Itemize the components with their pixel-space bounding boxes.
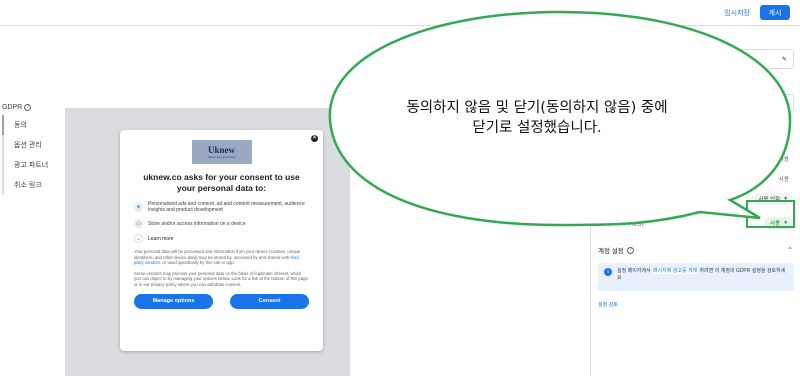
gdpr-info-box: i 설정 페이지에서 메시지에 광고를 게재 하려면 이 계정의 GDPR 설정… [598,263,794,291]
purpose-text: Store and/or access information on a dev… [148,220,246,227]
palette-icon: ◕ [564,67,570,77]
para-text: Your personal data will be processed and… [134,249,301,260]
top-bar: 임시저장 게시 [0,0,800,26]
gdpr-nav: GDPR ? 동의 옵션 관리 광고 파트너 취소 링크 [0,104,60,195]
gdpr-nav-heading-label: GDPR [2,104,23,111]
dropdown-arrow-icon: ▾ [783,100,787,107]
choice-label: 동의하지 않음 [598,197,630,203]
pencil-icon[interactable]: ✎ [782,56,787,63]
gdpr-nav-heading: GDPR ? [0,104,60,111]
dialog-title: uknew.co asks for your consent to use yo… [143,172,300,193]
tab-styling[interactable]: ◕ 스타일 지정 [548,64,586,88]
site-field[interactable]: uknew.co ✎ [598,49,794,69]
chevron-down-icon: ⌄ [134,234,143,243]
info-icon: i [604,268,612,276]
choice-label: 동의 [598,157,609,163]
chevron-up-icon[interactable]: ⌃ [788,246,793,254]
choice-row-manage-options: 옵션 관리 사용 [598,169,793,189]
logo-name: Uknew [207,145,235,155]
choice-status: 사용 [778,157,789,163]
device-icon: ▭ [134,219,143,228]
nav-item-consent[interactable]: 동의 [2,115,60,135]
review-settings-link[interactable]: 설정 검토 [598,301,793,308]
info-text: 설정 페이지에서 메시지에 광고를 게재 하려면 이 계정의 GDPR 설정을 … [617,268,788,282]
serve-ads-link[interactable]: 메시지에 광고를 게재 [651,268,699,274]
account-settings-section[interactable]: 계정 설정 ? ⌃ [598,245,793,255]
gear-icon: ⚙ [559,33,575,49]
site-label: 내 사이트 [598,37,624,44]
purpose-item: ▭ Store and/or access information on a d… [134,219,309,228]
person-icon: ● [134,202,143,212]
help-icon[interactable]: ? [24,104,32,111]
consent-button[interactable]: Consent [230,293,309,309]
purpose-text: Personalised ads and content, ad and con… [148,201,305,213]
manage-options-button[interactable]: Manage options [134,293,213,309]
language-label-text: 언어 [598,82,610,89]
help-icon[interactable]: ? [612,80,620,88]
account-settings-label: 계정 설정 [598,248,624,255]
choice-label: 닫기(동의하지 않음) [598,221,644,227]
site-value: uknew.co [605,56,631,62]
learn-more-label: Learn more [148,235,174,242]
highlight-box [746,200,795,228]
purpose-item: ● Personalised ads and content, ad and c… [134,201,309,213]
choice-status: 사용 [778,177,789,183]
choice-label: 옵션 관리 [598,177,620,183]
tab-styling-label: 스타일 지정 [554,82,580,88]
close-icon[interactable]: ✕ [311,135,318,142]
annotation-line-1: 동의하지 않음 및 닫기(동의하지 않음) 중에 [406,100,668,116]
consent-dialog-preview: ✕ Uknew where wey you know uknew.co asks… [120,130,323,351]
nav-item-manage-options[interactable]: 옵션 관리 [2,135,60,155]
dialog-buttons: Manage options Consent [134,293,309,309]
annotation-line-2: 닫기로 설정했습니다. [472,120,602,136]
nav-item-revocation-link[interactable]: 취소 링크 [2,175,60,195]
language-label: 언어 ? [598,79,793,89]
account-settings-heading: 계정 설정 ? [598,245,634,255]
save-draft-button[interactable]: 임시저장 [724,8,750,18]
site-logo: Uknew where wey you know [191,140,252,164]
publish-button[interactable]: 게시 [760,5,790,20]
legitimate-interest-paragraph: Some vendors may process your personal d… [134,270,308,287]
info-text-part: 설정 페이지에서 [617,268,652,274]
annotation-text: 동의하지 않음 및 닫기(동의하지 않음) 중에 닫기로 설정했습니다. [362,98,712,138]
nav-item-ad-partners[interactable]: 광고 파트너 [2,155,60,175]
para-text: , or used specifically by this site or a… [160,260,235,266]
data-processing-paragraph: Your personal data will be processed and… [134,249,309,266]
tab-settings-label: 설정 [562,51,572,57]
learn-more-toggle[interactable]: ⌄ Learn more [134,234,309,243]
choice-row-consent: 동의 사용 [598,149,793,169]
tab-settings[interactable]: ⚙ 설정 [548,33,586,57]
help-icon[interactable]: ? [626,246,634,254]
settings-side-tabs: ⚙ 설정 ◕ 스타일 지정 [548,33,586,95]
logo-tagline: where wey you know [207,155,236,159]
